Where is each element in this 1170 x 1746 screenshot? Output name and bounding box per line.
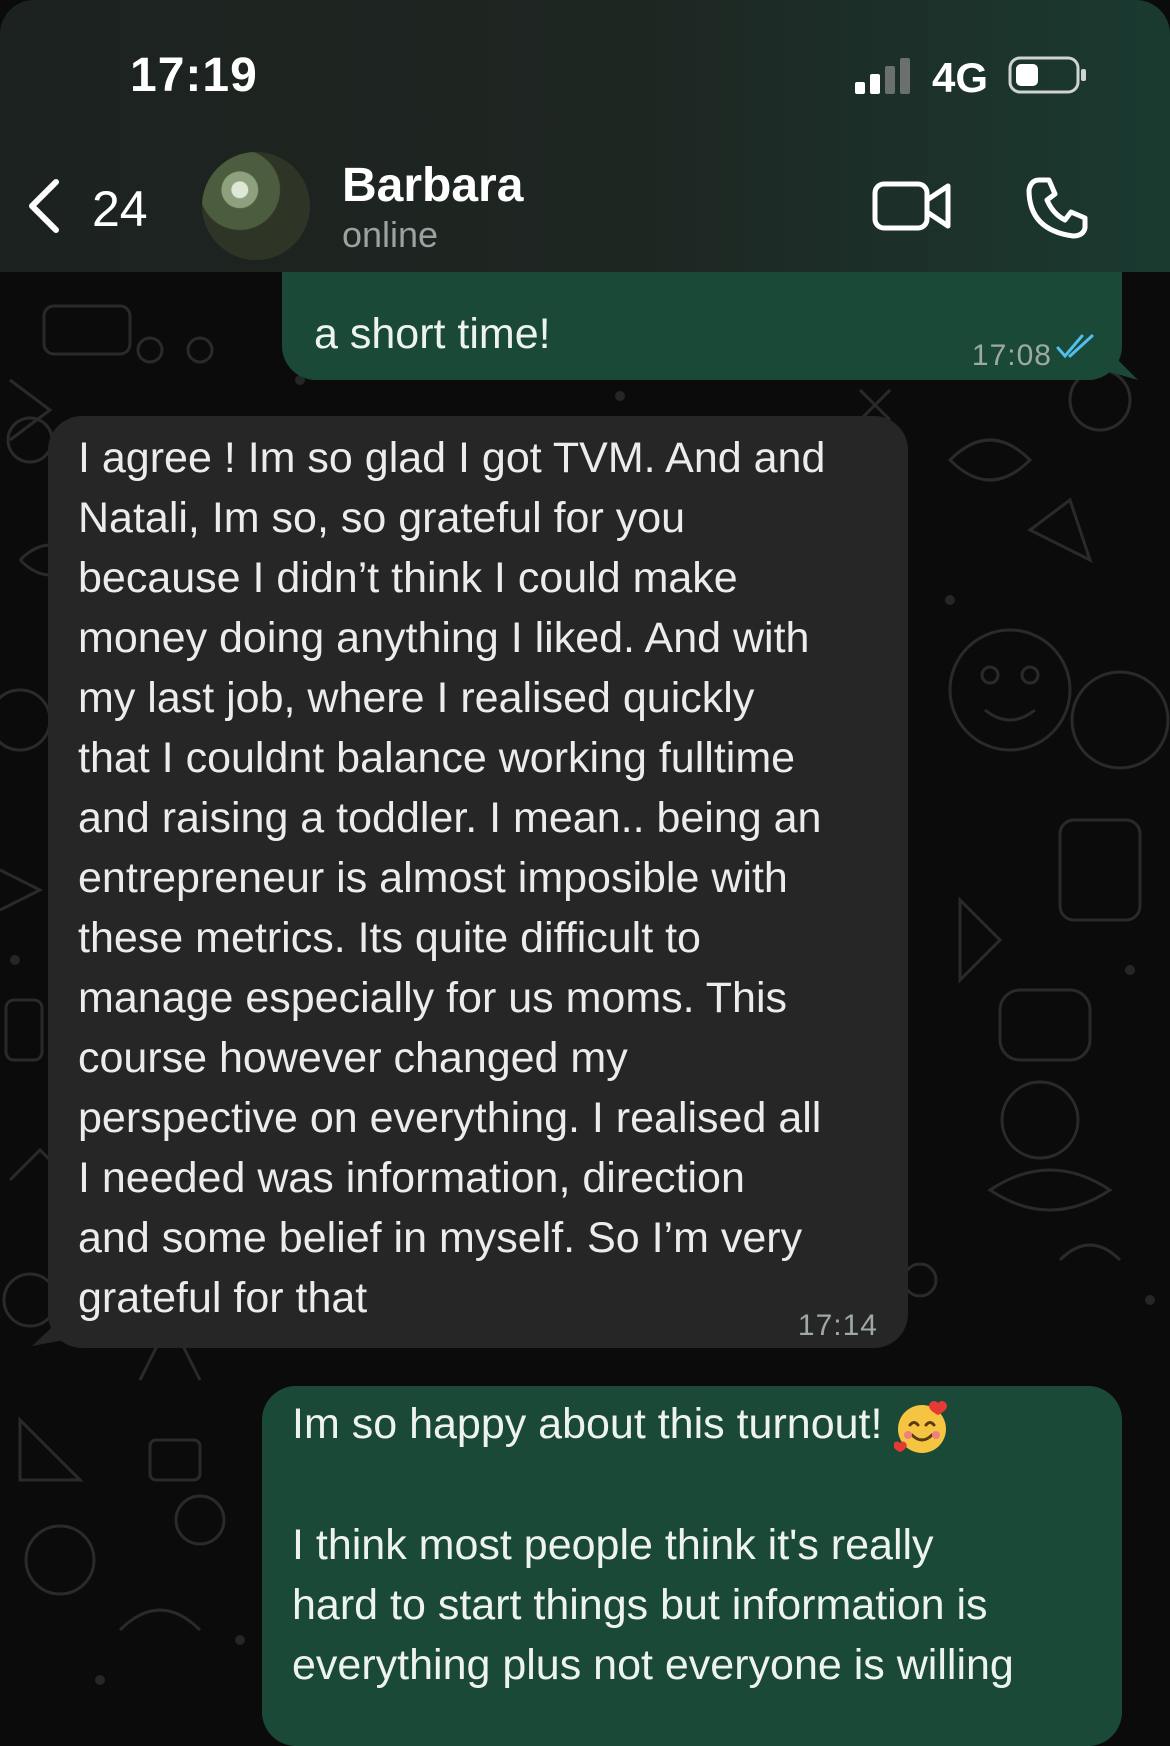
message-text-line: Im so happy about this turnout! <box>292 1400 883 1448</box>
phone-icon[interactable] <box>1025 176 1089 240</box>
chat-header: 17:19 4G 24 Barbara online <box>0 0 1170 272</box>
contact-name[interactable]: Barbara <box>342 158 523 213</box>
message-text: Im so happy about this turnout! I think … <box>292 1394 1102 1695</box>
message-text: I agree ! Im so glad I got TVM. And and … <box>78 434 826 1322</box>
message-bubble-outgoing[interactable]: Im so happy about this turnout! I think … <box>262 1386 1122 1746</box>
avatar[interactable] <box>202 152 310 260</box>
message-time: 17:14 <box>797 1309 878 1342</box>
smiling-face-with-hearts-icon <box>894 1400 948 1453</box>
chevron-left-icon[interactable] <box>24 176 64 236</box>
network-type: 4G <box>932 54 989 101</box>
battery-icon <box>1008 56 1086 94</box>
message-bubble-incoming[interactable]: I agree ! Im so glad I got TVM. And and … <box>48 416 908 1348</box>
message-text-rest: I think most people think it's really ha… <box>292 1520 1014 1689</box>
video-call-icon[interactable] <box>872 180 952 232</box>
unread-count[interactable]: 24 <box>92 180 148 238</box>
status-time: 17:19 <box>130 49 258 102</box>
read-receipt-icon <box>1056 334 1094 359</box>
contact-status: online <box>342 214 439 255</box>
message-text: a short time! <box>314 310 551 358</box>
message-time: 17:08 <box>971 339 1052 372</box>
signal-strength-icon <box>855 58 910 94</box>
